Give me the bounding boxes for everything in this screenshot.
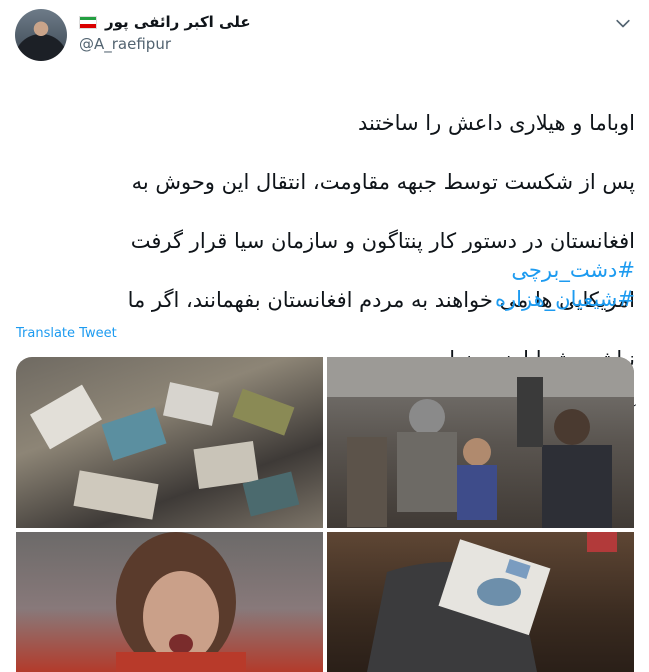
- chevron-down-icon[interactable]: [613, 14, 633, 34]
- media-grid: [16, 357, 634, 672]
- tweet-line: اوباما و هیلاری داعش را ساختند: [357, 111, 635, 136]
- hashtag-link[interactable]: #شیعیان_هزاره: [495, 287, 635, 311]
- hashtag-link[interactable]: #دشت_برچی: [511, 258, 635, 282]
- display-name[interactable]: علی اکبر رائفی پور: [105, 13, 251, 31]
- media-photo[interactable]: [327, 532, 634, 672]
- media-photo[interactable]: [16, 532, 323, 672]
- media-photo[interactable]: [327, 357, 634, 528]
- tweet-line: افغانستان در دستور کار پنتاگون و سازمان …: [130, 229, 635, 254]
- author-handle[interactable]: @A_raefipur: [79, 35, 171, 53]
- tweet: علی اکبر رائفی پور @A_raefipur اوباما و …: [0, 0, 649, 672]
- author-name-row[interactable]: علی اکبر رائفی پور: [79, 11, 251, 33]
- iran-flag-icon: [79, 15, 97, 29]
- translate-tweet-link[interactable]: Translate Tweet: [16, 326, 117, 341]
- tweet-line: پس از شکست توسط جبهه مقاومت، انتقال این …: [131, 170, 635, 195]
- avatar[interactable]: [15, 9, 67, 61]
- media-photo[interactable]: [16, 357, 323, 528]
